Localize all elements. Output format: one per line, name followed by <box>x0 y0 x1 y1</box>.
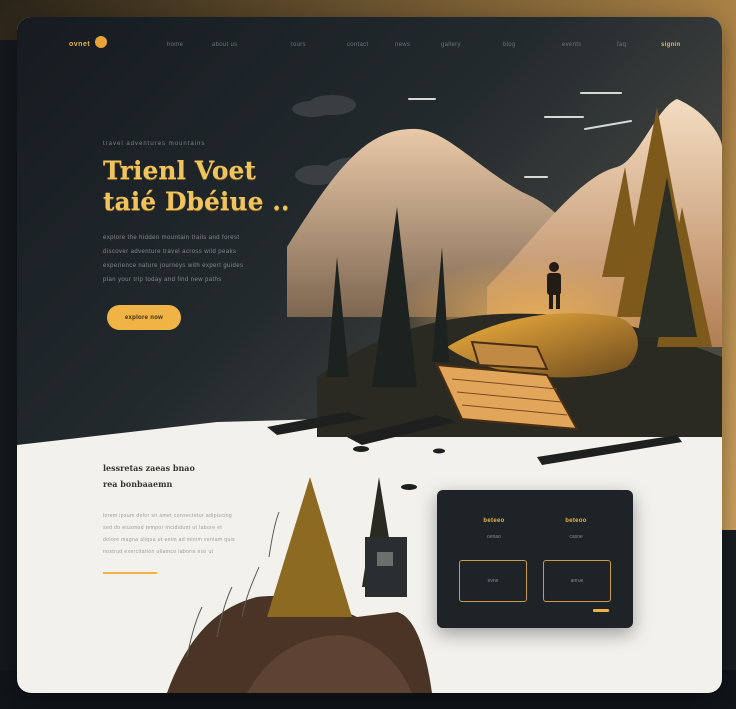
nav-signin-link[interactable]: signin <box>661 42 680 48</box>
card-col1-title: beteeo <box>483 518 505 524</box>
card-column-1: beteeo oenao <box>459 518 529 540</box>
section-title: lessretas zaeas bnao <box>103 463 195 473</box>
website-mockup: ovnet home about us tours contact news g… <box>17 17 722 693</box>
nav-item-3[interactable]: tours <box>291 42 306 48</box>
hero-title-line-1: Trienl Voet <box>103 156 256 185</box>
card-option-1-button[interactable]: evne <box>459 560 527 602</box>
nav-item-6[interactable]: gallery <box>441 42 461 48</box>
nav-item-8[interactable]: events <box>562 42 581 48</box>
section-text-line: nostrud exercitation ullamco laboris nis… <box>103 549 214 555</box>
nav-item-9[interactable]: faq <box>617 42 626 48</box>
hero-cta-button[interactable]: explore now <box>107 305 181 330</box>
section-subtitle: rea bonbaaemn <box>103 479 173 489</box>
nav-item-1[interactable]: home <box>167 42 183 48</box>
section-accent-rule <box>103 572 157 574</box>
card-accent-bar <box>593 609 609 612</box>
nav-item-5[interactable]: news <box>395 42 410 48</box>
card-col1-subtitle: oenao <box>487 534 501 540</box>
hero-title-line-2: taié Dbéiue .. <box>103 187 290 216</box>
card-option-1-label: evne <box>487 578 499 584</box>
hero-body-line: discover adventure travel across wild pe… <box>103 249 237 255</box>
hero-body-line: plan your trip today and find new paths <box>103 277 222 283</box>
pricing-card: beteeo oenao beteoo casoe evne anrue <box>437 490 633 628</box>
card-column-2: beteoo casoe <box>541 518 611 540</box>
section-text-line: sed do eiusmod tempor incididunt ut labo… <box>103 525 223 531</box>
hero-body-line: experience nature journeys with expert g… <box>103 263 244 269</box>
brand-logo-icon[interactable] <box>95 36 107 48</box>
brand-logo-text[interactable]: ovnet <box>69 41 90 48</box>
top-navigation: ovnet home about us tours contact news g… <box>17 17 722 67</box>
nav-item-2[interactable]: about us <box>212 42 237 48</box>
section-text-line: dolore magna aliqua ut enim ad minim ven… <box>103 537 236 543</box>
hero-eyebrow: travel adventures mountains <box>103 141 206 147</box>
section-text-line: lorem ipsum dolor sit amet consectetur a… <box>103 513 233 519</box>
nav-item-7[interactable]: blog <box>503 42 516 48</box>
card-col2-title: beteoo <box>565 518 587 524</box>
card-option-2-label: anrue <box>570 578 584 584</box>
nav-item-4[interactable]: contact <box>347 42 368 48</box>
hero-title: Trienl Voet taié Dbéiue .. <box>103 155 323 217</box>
hero-body-line: explore the hidden mountain trails and f… <box>103 235 240 241</box>
card-col2-subtitle: casoe <box>569 534 583 540</box>
card-option-2-button[interactable]: anrue <box>543 560 611 602</box>
